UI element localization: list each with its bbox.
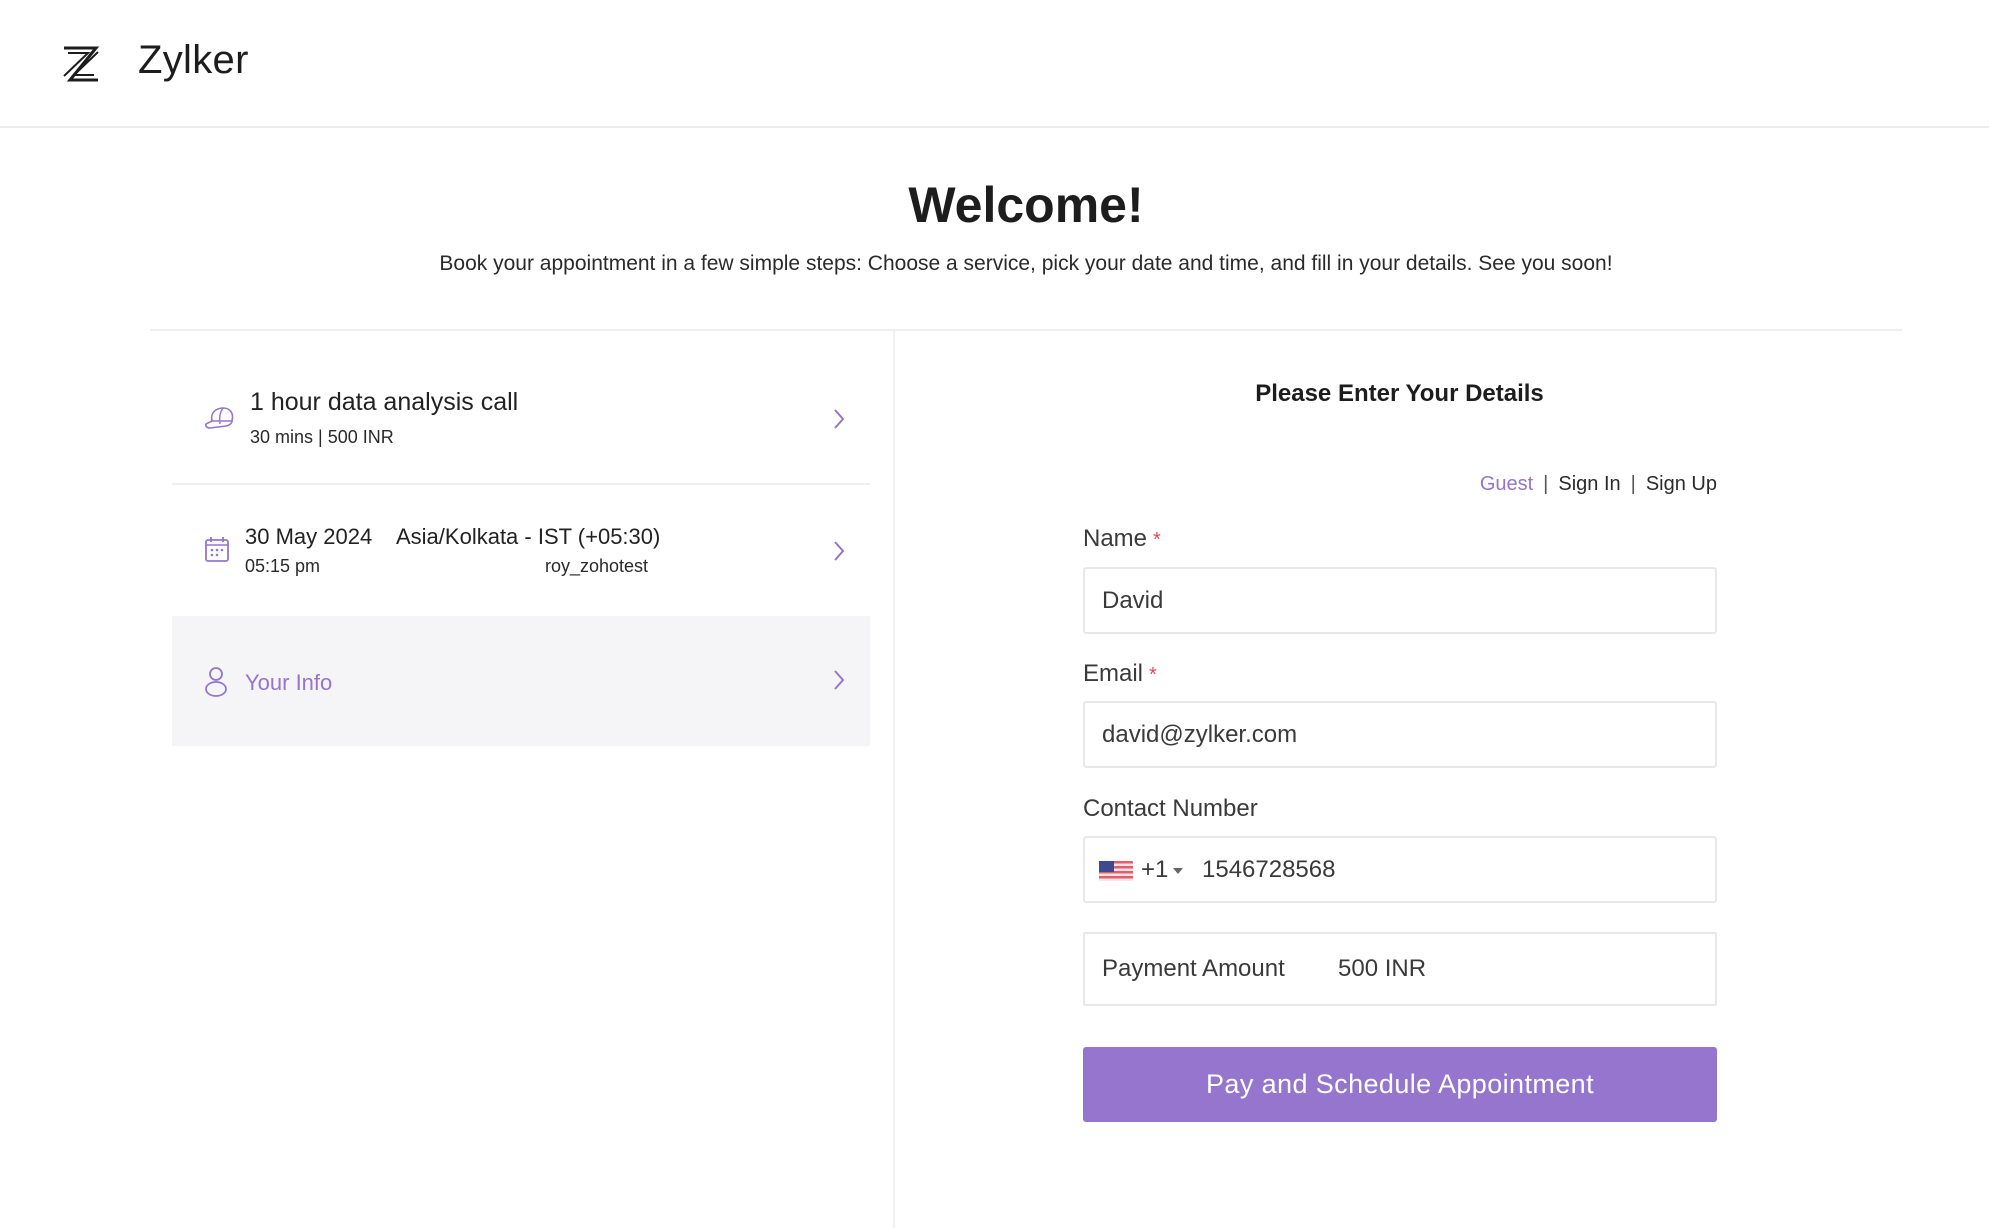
appointment-timezone: Asia/Kolkata - IST (+05:30) xyxy=(396,524,661,549)
sign-up-link[interactable]: Sign Up xyxy=(1646,473,1717,496)
name-field[interactable]: David xyxy=(1083,567,1717,634)
cap-icon xyxy=(204,407,234,429)
appointment-date: 30 May 2024 xyxy=(245,524,373,549)
staff-name: roy_zohotest xyxy=(545,556,649,576)
zylker-logo-icon xyxy=(63,46,100,82)
auth-links: Guest | Sign In | Sign Up xyxy=(1480,473,1717,496)
user-icon xyxy=(205,667,227,697)
name-value: David xyxy=(1102,587,1164,614)
name-label: Name * xyxy=(1083,525,1161,553)
caret-down-icon[interactable] xyxy=(1173,868,1183,874)
payment-amount-label: Payment Amount xyxy=(1102,955,1285,982)
required-mark: * xyxy=(1149,664,1157,686)
service-title: 1 hour data analysis call xyxy=(250,388,519,416)
required-mark: * xyxy=(1153,529,1161,551)
column-divider xyxy=(893,331,895,1228)
section-divider xyxy=(150,329,1902,331)
auth-separator: | xyxy=(1630,473,1636,495)
welcome-subtitle: Book your appointment in a few simple st… xyxy=(439,252,1613,275)
contact-field[interactable]: +1 1546728568 xyxy=(1083,836,1717,903)
appointment-time: 05:15 pm xyxy=(245,556,321,576)
form-title: Please Enter Your Details xyxy=(1255,380,1544,407)
calendar-icon xyxy=(205,537,229,562)
service-meta: 30 mins | 500 INR xyxy=(250,427,394,447)
email-label-text: Email xyxy=(1083,660,1144,687)
chevron-right-icon xyxy=(834,670,845,690)
your-info-label: Your Info xyxy=(245,670,333,695)
top-bar: Zylker xyxy=(0,0,1989,128)
chevron-right-icon xyxy=(834,541,845,561)
welcome-title: Welcome! xyxy=(908,177,1144,233)
payment-amount-value: 500 INR xyxy=(1338,955,1427,982)
step-service[interactable]: 1 hour data analysis call 30 mins | 500 … xyxy=(172,355,870,485)
step-your-info[interactable]: Your Info xyxy=(172,616,870,746)
email-value: david@zylker.com xyxy=(1102,721,1298,748)
auth-separator: | xyxy=(1543,473,1549,495)
phone-value: 1546728568 xyxy=(1202,856,1336,883)
country-code-selector[interactable]: +1 xyxy=(1141,856,1168,884)
contact-label: Contact Number xyxy=(1083,795,1258,822)
pay-and-schedule-button[interactable]: Pay and Schedule Appointment xyxy=(1083,1047,1717,1122)
us-flag-icon xyxy=(1099,861,1133,881)
email-label: Email * xyxy=(1083,660,1157,688)
email-field[interactable]: david@zylker.com xyxy=(1083,701,1717,768)
step-datetime[interactable]: 30 May 2024 Asia/Kolkata - IST (+05:30) … xyxy=(172,487,870,617)
payment-amount-box: Payment Amount 500 INR xyxy=(1083,932,1717,1006)
sign-in-link[interactable]: Sign In xyxy=(1558,473,1620,496)
guest-link[interactable]: Guest xyxy=(1480,473,1533,496)
brand-name: Zylker xyxy=(138,38,249,82)
name-label-text: Name xyxy=(1083,525,1148,552)
chevron-right-icon xyxy=(834,409,845,429)
